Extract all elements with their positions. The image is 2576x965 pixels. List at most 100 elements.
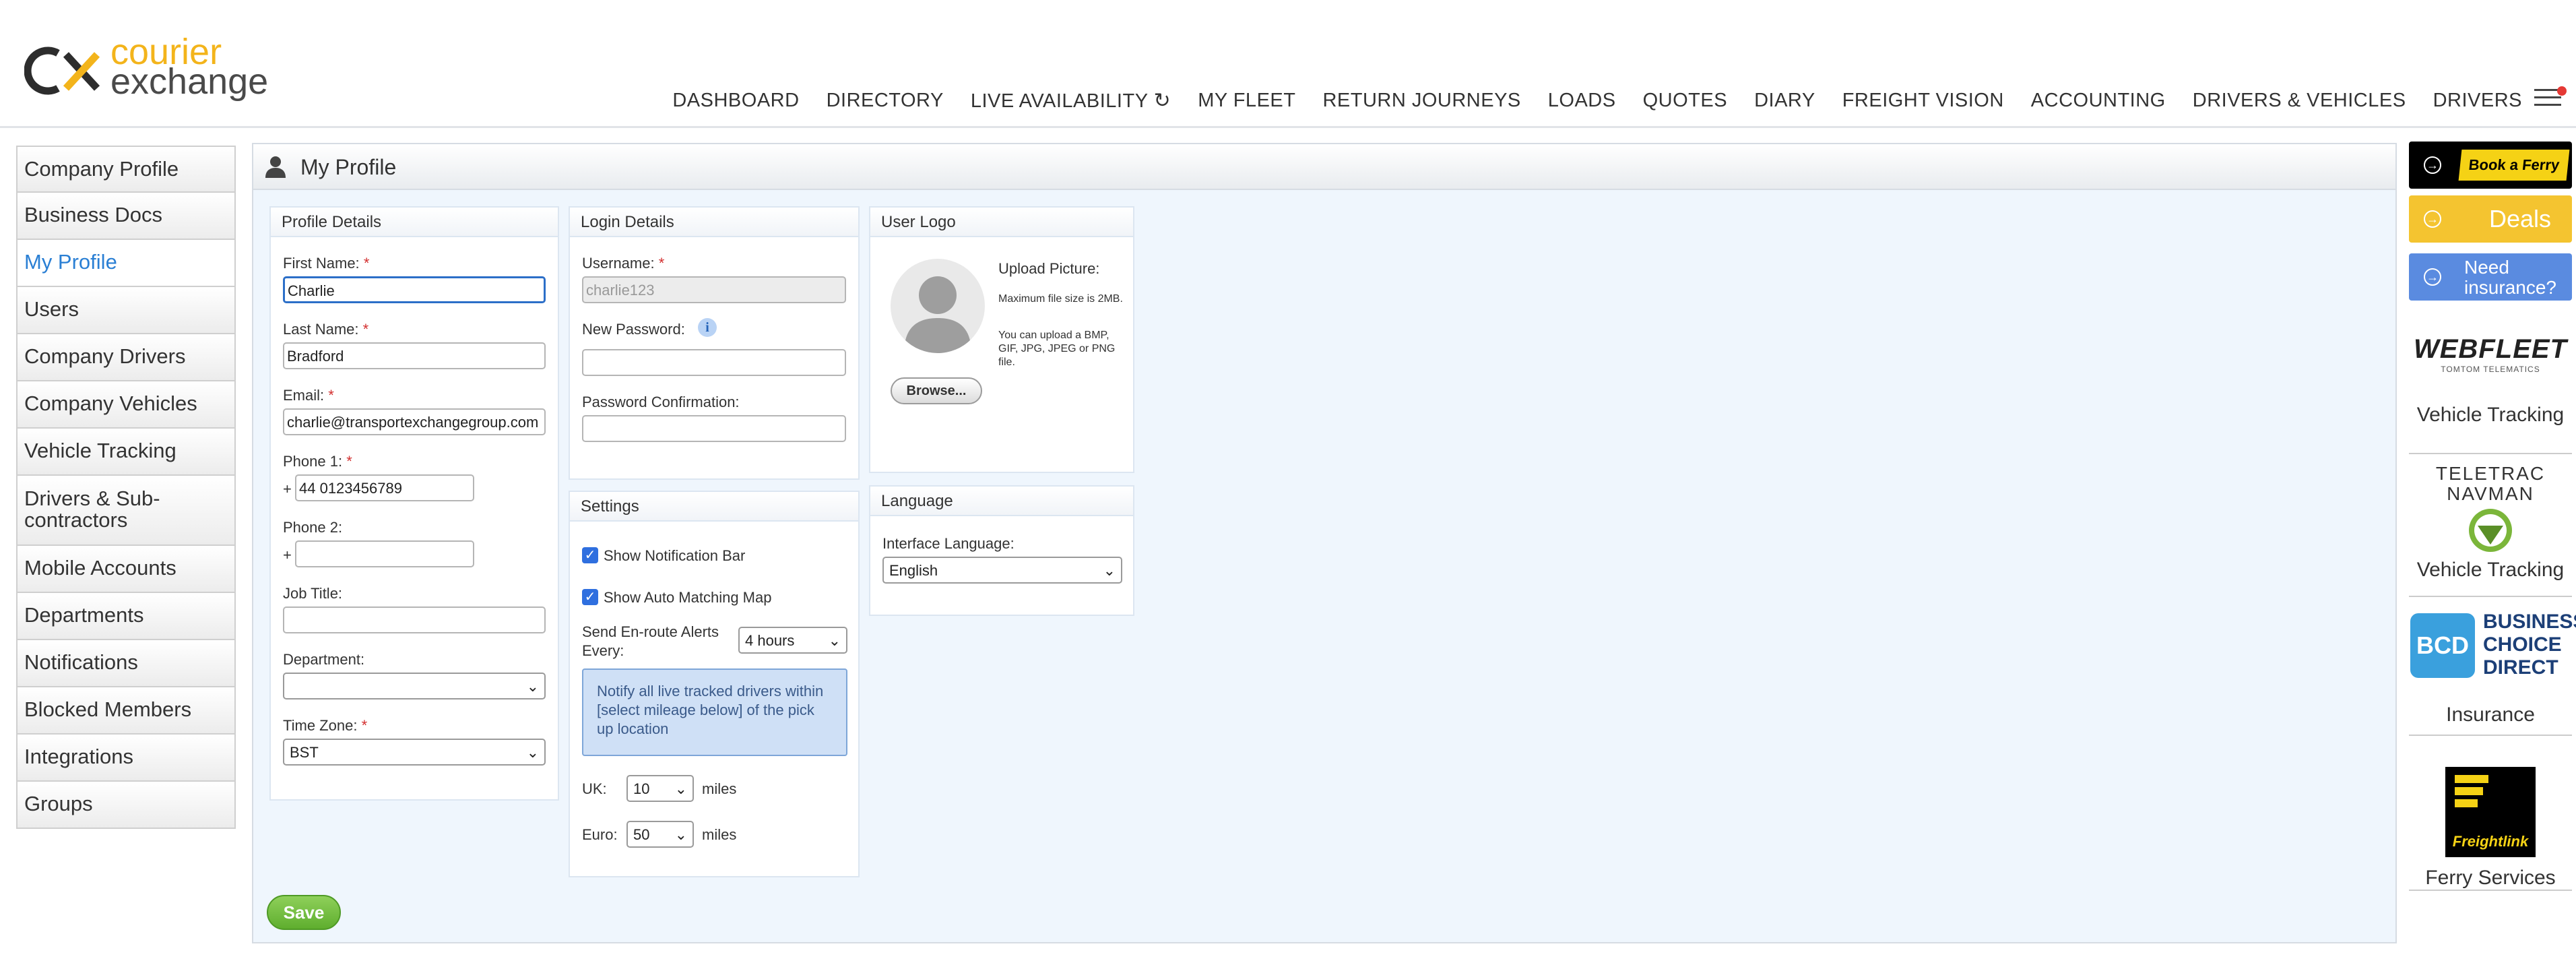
interface-language-label: Interface Language:: [882, 535, 1015, 552]
sidebar-item-company-profile[interactable]: Company Profile: [16, 146, 236, 193]
arrow-right-icon: →: [2424, 210, 2441, 228]
sidebar-item-blocked-members[interactable]: Blocked Members: [16, 687, 236, 735]
settings-title: Settings: [570, 492, 858, 522]
job-title-input[interactable]: [283, 606, 546, 633]
cx-logo-mark: [24, 46, 100, 95]
save-button[interactable]: Save: [267, 895, 341, 930]
logo-wordmark: courier exchange: [110, 34, 269, 102]
need-insurance-ad[interactable]: → Need insurance?: [2409, 253, 2572, 301]
sidebar-item-my-profile[interactable]: My Profile: [16, 240, 236, 287]
webfleet-subtitle: TOMTOM TELEMATICS: [2441, 365, 2540, 374]
enroute-alerts-value: 4 hours: [745, 632, 795, 649]
enroute-alerts-select[interactable]: 4 hours ⌄: [738, 627, 847, 654]
timezone-label: Time Zone: *: [283, 717, 367, 735]
page-title: My Profile: [300, 155, 397, 179]
first-name-input[interactable]: Charlie: [283, 276, 546, 303]
nav-loads[interactable]: LOADS: [1548, 90, 1616, 112]
sidebar-item-users[interactable]: Users: [16, 287, 236, 334]
nav-live-availability[interactable]: LIVE AVAILABILITY ↻: [971, 89, 1171, 113]
email-input[interactable]: charlie@transportexchangegroup.com: [283, 408, 546, 435]
password-confirmation-input[interactable]: [582, 415, 846, 442]
nav-accounting[interactable]: ACCOUNTING: [2031, 90, 2166, 112]
first-name-label: First Name: *: [283, 255, 369, 272]
person-icon: [904, 276, 971, 353]
show-auto-matching-map-checkbox[interactable]: ✓: [582, 589, 598, 605]
nav-freight-vision[interactable]: FREIGHT VISION: [1842, 90, 2004, 112]
browse-button[interactable]: Browse...: [891, 377, 982, 404]
job-title-label: Job Title:: [283, 585, 343, 602]
uk-miles-select[interactable]: 10 ⌄: [626, 775, 694, 802]
freightlink-ad[interactable]: Freightlink Ferry Services: [2409, 767, 2572, 890]
sidebar-item-vehicle-tracking[interactable]: Vehicle Tracking: [16, 429, 236, 476]
sidebar-item-integrations[interactable]: Integrations: [16, 735, 236, 782]
sidebar-item-groups[interactable]: Groups: [16, 782, 236, 829]
max-file-size-note: Maximum file size is 2MB.: [998, 293, 1123, 305]
sidebar-item-departments[interactable]: Departments: [16, 593, 236, 640]
teletrac-caption: Vehicle Tracking: [2416, 559, 2565, 581]
settings-box: Settings ✓ Show Notification Bar ✓ Show …: [569, 491, 860, 877]
new-password-input[interactable]: [582, 349, 846, 376]
login-details-box: Login Details Username: * charlie123 New…: [569, 206, 860, 480]
teletrac-navman-ad[interactable]: TELETRAC NAVMAN Vehicle Tracking: [2409, 464, 2572, 582]
business-choice-direct-ad[interactable]: BCD BUSINESS CHOICE DIRECT Insurance: [2409, 611, 2576, 726]
sidebar-item-mobile-accounts[interactable]: Mobile Accounts: [16, 546, 236, 593]
chevron-down-icon: ⌄: [674, 780, 687, 797]
phone1-input[interactable]: 44 0123456789: [295, 474, 474, 501]
bcd-logo: BCD BUSINESS CHOICE DIRECT: [2409, 611, 2576, 685]
user-icon: [265, 156, 286, 178]
phone2-prefix: +: [283, 547, 292, 563]
uk-miles-value: 10: [633, 780, 650, 797]
timezone-select[interactable]: BST ⌄: [283, 739, 546, 766]
bcd-mark: BCD: [2410, 613, 2475, 678]
last-name-label: Last Name: *: [283, 321, 368, 338]
nav-drivers[interactable]: DRIVERS: [2433, 90, 2522, 112]
main-panel: My Profile Profile Details First Name: *…: [252, 143, 2397, 943]
sidebar-item-company-drivers[interactable]: Company Drivers: [16, 334, 236, 381]
nav-dashboard[interactable]: DASHBOARD: [672, 90, 799, 112]
profile-sidebar: Company Profile Business Docs My Profile…: [16, 146, 236, 829]
last-name-input[interactable]: Bradford: [283, 342, 546, 369]
required-mark: *: [362, 321, 369, 338]
user-logo-title: User Logo: [870, 208, 1133, 237]
nav-my-fleet[interactable]: MY FLEET: [1198, 90, 1295, 112]
required-mark: *: [658, 255, 665, 272]
euro-miles-value: 50: [633, 826, 650, 843]
teletrac-line2: NAVMAN: [2447, 483, 2534, 504]
arrow-right-icon: →: [2424, 156, 2441, 174]
language-title: Language: [870, 487, 1133, 516]
chevron-down-icon: ⌄: [1103, 562, 1116, 579]
password-confirmation-label: Password Confirmation:: [582, 394, 740, 410]
webfleet-ad[interactable]: WEBFLEET TOMTOM TELEMATICS Vehicle Track…: [2409, 334, 2572, 427]
notify-info-box: Notify all live tracked drivers within […: [582, 668, 847, 756]
show-notification-bar-checkbox[interactable]: ✓: [582, 547, 598, 563]
ad-divider: [2409, 890, 2572, 891]
euro-miles-select[interactable]: 50 ⌄: [626, 821, 694, 848]
top-header: courier exchange DASHBOARD DIRECTORY LIV…: [0, 0, 2576, 128]
profile-details-box: Profile Details First Name: * Charlie La…: [269, 206, 559, 801]
deals-ad[interactable]: → Deals: [2409, 195, 2572, 243]
nav-diary[interactable]: DIARY: [1754, 90, 1815, 112]
logo-word-exchange: exchange: [110, 61, 269, 102]
nav-drivers-vehicles[interactable]: DRIVERS & VEHICLES: [2193, 90, 2406, 112]
truck-icon: [2455, 775, 2488, 807]
last-name-label-text: Last Name:: [283, 321, 359, 338]
freightlink-wordmark: Freightlink: [2452, 833, 2529, 850]
interface-language-select[interactable]: English ⌄: [882, 557, 1122, 584]
email-label: Email: *: [283, 387, 334, 404]
user-logo-box: User Logo Upload Picture: Maximum file s…: [869, 206, 1134, 473]
book-a-ferry-ad[interactable]: → Book a Ferry: [2409, 142, 2572, 189]
ad-divider: [2409, 735, 2572, 736]
sidebar-item-drivers-subcontractors[interactable]: Drivers & Sub-contractors: [16, 476, 236, 546]
sidebar-item-business-docs[interactable]: Business Docs: [16, 193, 236, 240]
sidebar-item-company-vehicles[interactable]: Company Vehicles: [16, 381, 236, 429]
euro-miles-unit: miles: [702, 826, 737, 843]
nav-directory[interactable]: DIRECTORY: [827, 90, 944, 112]
nav-return-journeys[interactable]: RETURN JOURNEYS: [1322, 90, 1520, 112]
info-icon[interactable]: i: [698, 318, 717, 337]
sidebar-item-notifications[interactable]: Notifications: [16, 640, 236, 687]
phone2-input[interactable]: [295, 540, 474, 567]
courier-exchange-logo[interactable]: courier exchange: [24, 34, 268, 100]
department-select[interactable]: ⌄: [283, 673, 546, 699]
bcd-name: BUSINESS CHOICE DIRECT: [2483, 611, 2576, 679]
nav-quotes[interactable]: QUOTES: [1643, 90, 1727, 112]
